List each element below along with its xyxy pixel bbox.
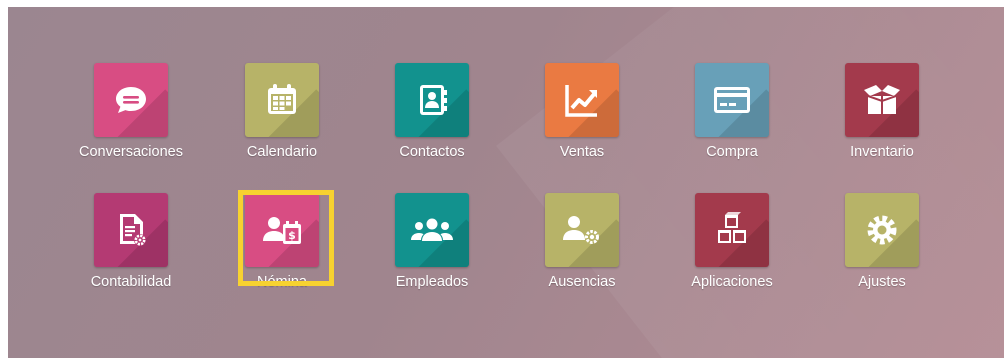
- app-tile[interactable]: $: [245, 193, 319, 267]
- app-tile[interactable]: [395, 193, 469, 267]
- app-tile[interactable]: [695, 193, 769, 267]
- document-gear-icon: [120, 214, 146, 246]
- trend-chart-icon: [565, 85, 597, 117]
- open-box-icon: [864, 85, 900, 114]
- app-compra[interactable]: Compra: [657, 63, 807, 160]
- cubes-icon: [718, 212, 746, 243]
- app-tile[interactable]: [94, 193, 168, 267]
- app-label: Ajustes: [858, 274, 906, 290]
- app-ajustes[interactable]: Ajustes: [807, 193, 957, 290]
- app-label: Compra: [706, 144, 758, 160]
- employee-payroll-icon: $: [263, 217, 301, 244]
- address-book-icon: [420, 85, 447, 115]
- app-tile[interactable]: [545, 193, 619, 267]
- app-nomina[interactable]: $ Nómina: [207, 193, 357, 290]
- app-contactos[interactable]: Contactos: [357, 63, 507, 160]
- app-ventas[interactable]: Ventas: [507, 63, 657, 160]
- app-label: Aplicaciones: [691, 274, 773, 290]
- app-empleados[interactable]: Empleados: [357, 193, 507, 290]
- app-label: Calendario: [246, 144, 318, 160]
- app-calendario[interactable]: Calendario: [207, 63, 357, 160]
- chat-bubble-icon: [116, 87, 146, 113]
- app-label: Inventario: [850, 144, 914, 160]
- app-tile[interactable]: [395, 63, 469, 137]
- app-label: Contabilidad: [90, 274, 172, 290]
- app-tile[interactable]: [94, 63, 168, 137]
- app-label: Conversaciones: [79, 144, 183, 160]
- app-tile[interactable]: [845, 193, 919, 267]
- app-conversaciones[interactable]: Conversaciones: [56, 63, 206, 160]
- app-contabilidad[interactable]: Contabilidad: [56, 193, 206, 290]
- app-tile[interactable]: [245, 63, 319, 137]
- app-label: Empleados: [395, 274, 469, 290]
- app-aplicaciones[interactable]: Aplicaciones: [657, 193, 807, 290]
- app-inventario[interactable]: Inventario: [807, 63, 957, 160]
- credit-card-icon: [714, 87, 750, 113]
- app-tile[interactable]: [545, 63, 619, 137]
- gear-icon: [867, 215, 897, 245]
- people-group-icon: [411, 218, 453, 241]
- app-launcher: Conversaciones Calendario Contactos Vent…: [8, 7, 1004, 358]
- app-ausencias[interactable]: Ausencias: [507, 193, 657, 290]
- svg-text:$: $: [288, 229, 296, 242]
- app-tile[interactable]: [845, 63, 919, 137]
- app-label: Contactos: [399, 144, 465, 160]
- person-gear-icon: [563, 216, 599, 244]
- app-tile[interactable]: [695, 63, 769, 137]
- app-label: Nómina: [257, 274, 307, 290]
- calendar-icon: [268, 84, 296, 114]
- app-label: Ausencias: [548, 274, 616, 290]
- app-label: Ventas: [559, 144, 605, 160]
